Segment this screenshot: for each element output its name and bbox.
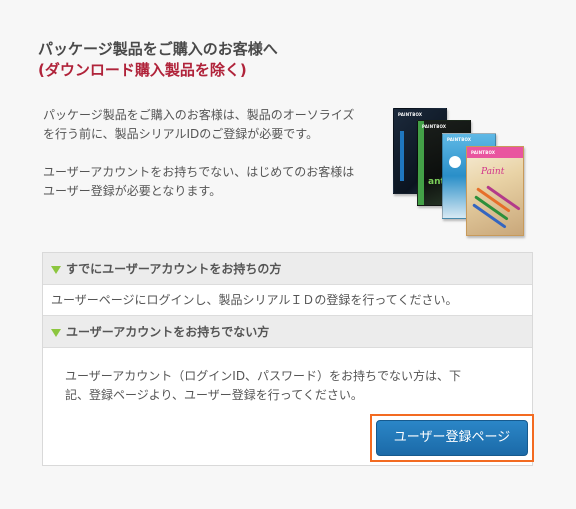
message-line-2: 記、登録ページより、ユーザー登録を行ってください。 <box>65 388 363 402</box>
product-boxes-image: PAINTBOX PAINTBOX anti PAINTBOX PAINTBOX… <box>390 104 540 240</box>
section-new-account-body: ユーザーアカウント（ログインID、パスワード）をお持ちでない方は、下 記、登録ペ… <box>43 348 534 467</box>
section-existing-account-body: ユーザーページにログインし、製品シリアルＩＤの登録を行ってください。 <box>43 285 532 316</box>
intro-p1-line2: を行う前に、製品シリアルIDのご登録が必要です。 <box>43 127 319 141</box>
page: パッケージ製品をご購入のお客様へ (ダウンロード購入製品を除く) パッケージ製品… <box>0 0 576 509</box>
product-box-title: Paint <box>481 167 505 177</box>
intro-p1-line1: パッケージ製品をご購入のお客様は、製品のオーソライズ <box>43 108 355 122</box>
intro-p2-line2: ユーザー登録が必要となります。 <box>43 184 222 198</box>
section-existing-account-title: すでにユーザーアカウントをお持ちの方 <box>66 262 282 276</box>
heading-title: パッケージ製品をご購入のお客様へ <box>38 40 278 58</box>
user-registration-button[interactable]: ユーザー登録ページ <box>376 420 528 456</box>
triangle-down-icon <box>51 266 61 274</box>
triangle-down-icon <box>51 329 61 337</box>
product-box-brand: PAINTBOX <box>398 112 423 117</box>
section-existing-account-header: すでにユーザーアカウントをお持ちの方 <box>43 253 532 285</box>
heading-subtitle: (ダウンロード購入製品を除く) <box>38 61 247 79</box>
section-new-account-title: ユーザーアカウントをお持ちでない方 <box>66 325 270 339</box>
intro-paragraph-2: ユーザーアカウントをお持ちでない、はじめてのお客様は ユーザー登録が必要となりま… <box>43 163 388 201</box>
message-line-1: ユーザーアカウント（ログインID、パスワード）をお持ちでない方は、下 <box>65 369 462 383</box>
register-button-highlight: ユーザー登録ページ <box>370 414 534 462</box>
intro-text: パッケージ製品をご購入のお客様は、製品のオーソライズ を行う前に、製品シリアルI… <box>43 106 388 201</box>
section-new-account-message: ユーザーアカウント（ログインID、パスワード）をお持ちでない方は、下 記、登録ペ… <box>65 367 505 405</box>
product-box-brand: PAINTBOX <box>471 150 496 155</box>
section-new-account-header: ユーザーアカウントをお持ちでない方 <box>43 316 532 348</box>
product-box-brand: PAINTBOX <box>422 124 447 129</box>
product-box-brand: PAINTBOX <box>447 137 472 142</box>
account-panel: すでにユーザーアカウントをお持ちの方 ユーザーページにログインし、製品シリアルＩ… <box>42 252 534 467</box>
intro-p2-line1: ユーザーアカウントをお持ちでない、はじめてのお客様は <box>43 165 355 179</box>
page-heading: パッケージ製品をご購入のお客様へ (ダウンロード購入製品を除く) <box>38 39 278 81</box>
product-box-4: PAINTBOX Paint <box>466 146 524 236</box>
intro-paragraph-1: パッケージ製品をご購入のお客様は、製品のオーソライズ を行う前に、製品シリアルI… <box>43 106 388 144</box>
